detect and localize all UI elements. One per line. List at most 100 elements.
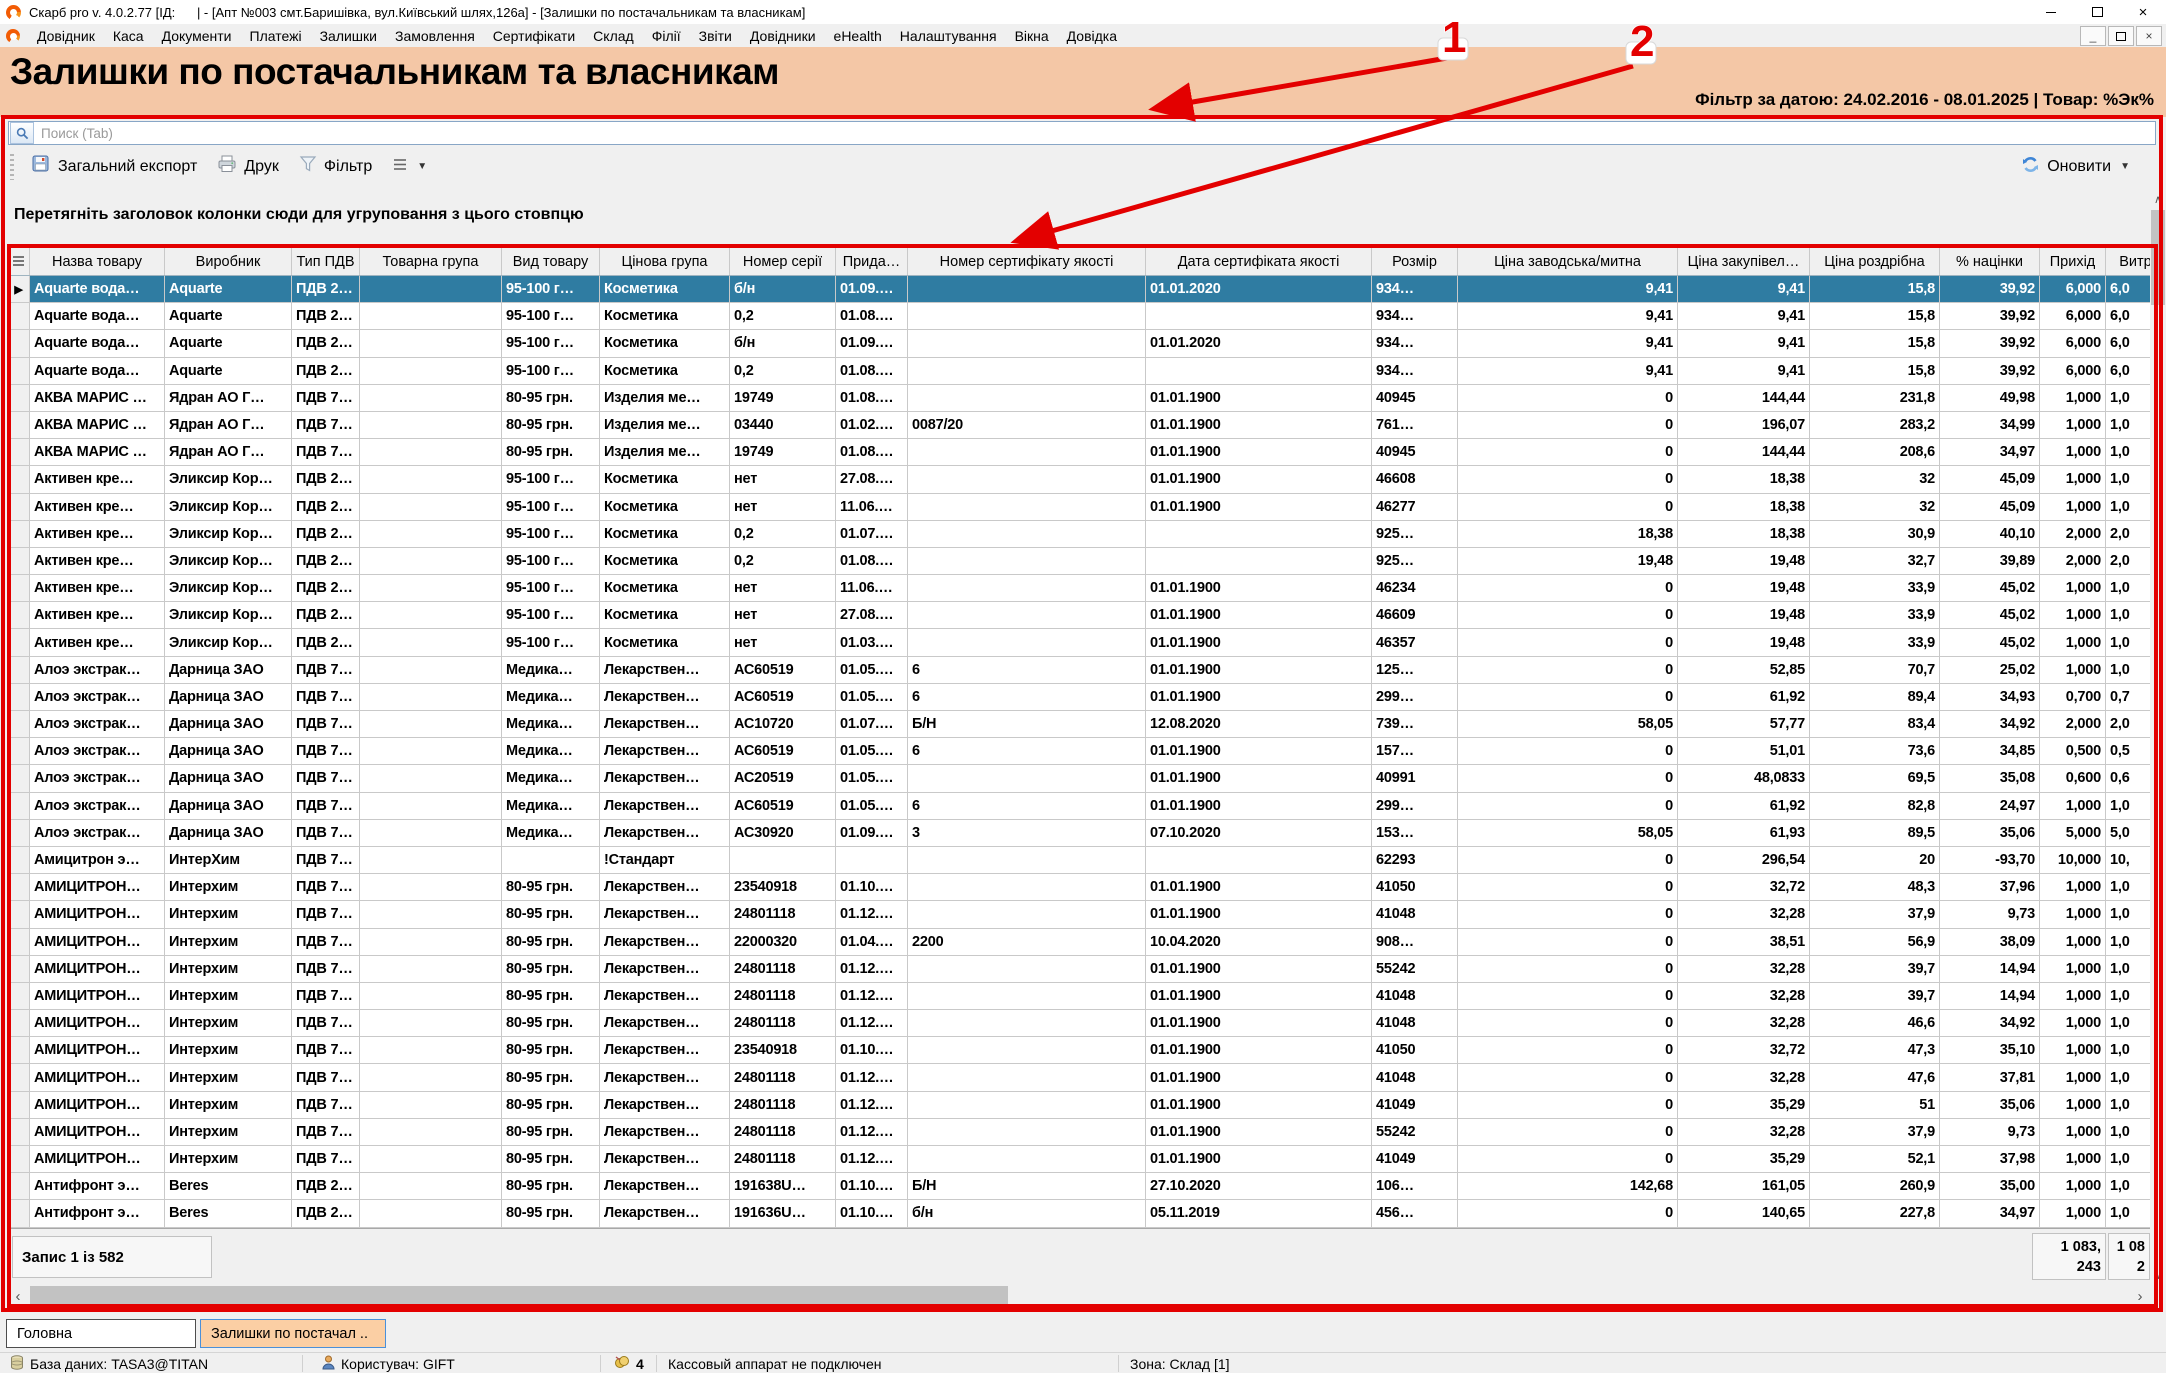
menu-item-Філії[interactable]: Філії [643,28,690,44]
column-header[interactable]: % націнки [1940,248,2040,275]
scroll-right-icon[interactable]: › [2130,1284,2150,1308]
menu-item-Документи[interactable]: Документи [153,28,241,44]
search-input[interactable] [35,125,2155,142]
table-row[interactable]: АМИЦИТРОН…ИнтерхимПДВ 7…80-95 грн.Лекарс… [8,1119,2150,1146]
horizontal-scrollbar-thumb[interactable] [30,1286,1008,1306]
table-cell: Активен кре… [30,548,165,574]
table-cell: Медика… [502,711,600,737]
tab-main[interactable]: Головна [6,1319,196,1348]
menu-item-Каса[interactable]: Каса [104,28,153,44]
menu-item-Сертифікати[interactable]: Сертифікати [484,28,584,44]
column-header[interactable]: Вид товару [502,248,600,275]
group-by-panel[interactable]: Перетягніть заголовок колонки сюди для у… [8,186,2150,247]
toolbar-grip[interactable] [10,154,14,180]
scroll-up-icon[interactable]: ∧ [2150,190,2166,208]
column-header[interactable]: Прихід [2040,248,2106,275]
menu-item-Звіти[interactable]: Звіти [690,28,741,44]
table-row[interactable]: Алоэ экстрак…Дарница ЗАОПДВ 7…Медика…Лек… [8,765,2150,792]
column-header[interactable]: Прида… [836,248,908,275]
mdi-close-button[interactable]: × [2136,26,2162,46]
column-header[interactable]: Ціна роздрібна [1810,248,1940,275]
column-header[interactable]: Розмір [1372,248,1458,275]
print-button[interactable]: Друк [207,151,289,182]
column-header[interactable]: Ціна заводська/митна [1458,248,1678,275]
table-row[interactable]: Активен кре…Эликсир Кор…ПДВ 2…95-100 г…К… [8,494,2150,521]
menu-item-Довідник[interactable]: Довідник [28,28,104,44]
table-row[interactable]: АМИЦИТРОН…ИнтерхимПДВ 7…80-95 грн.Лекарс… [8,1010,2150,1037]
filter-button[interactable]: Фільтр [289,151,382,182]
table-row[interactable]: АМИЦИТРОН…ИнтерхимПДВ 7…80-95 грн.Лекарс… [8,1092,2150,1119]
column-header[interactable]: Номер серії [730,248,836,275]
table-cell [360,521,502,547]
column-header[interactable]: Ціна закупівел… [1678,248,1810,275]
vertical-scrollbar[interactable]: ∧ ∨ [2150,190,2166,1284]
table-row[interactable]: АМИЦИТРОН…ИнтерхимПДВ 7…80-95 грн.Лекарс… [8,1146,2150,1173]
table-row[interactable]: Алоэ экстрак…Дарница ЗАОПДВ 7…Медика…Лек… [8,793,2150,820]
table-row[interactable]: Aquarte вода…AquarteПДВ 2…95-100 г…Косме… [8,303,2150,330]
table-row[interactable]: Алоэ экстрак…Дарница ЗАОПДВ 7…Медика…Лек… [8,711,2150,738]
refresh-button[interactable]: Оновити ▼ [2011,151,2140,183]
table-row[interactable]: Алоэ экстрак…Дарница ЗАОПДВ 7…Медика…Лек… [8,684,2150,711]
table-row[interactable]: Активен кре…Эликсир Кор…ПДВ 2…95-100 г…К… [8,575,2150,602]
column-header[interactable]: Номер сертифікату якості [908,248,1146,275]
column-header[interactable]: Дата сертифіката якості [1146,248,1372,275]
vertical-scrollbar-thumb[interactable] [2151,210,2165,305]
menu-item-Склад[interactable]: Склад [584,28,643,44]
table-cell: 9,41 [1458,276,1678,302]
column-header[interactable]: Тип ПДВ [292,248,360,275]
menu-item-Налаштування[interactable]: Налаштування [891,28,1006,44]
scroll-left-icon[interactable]: ‹ [8,1284,28,1308]
mdi-restore-button[interactable] [2108,26,2134,46]
menu-item-Вікна[interactable]: Вікна [1006,28,1058,44]
table-row[interactable]: АМИЦИТРОН…ИнтерхимПДВ 7…80-95 грн.Лекарс… [8,956,2150,983]
table-row[interactable]: Активен кре…Эликсир Кор…ПДВ 2…95-100 г…К… [8,602,2150,629]
group-by-hint: Перетягніть заголовок колонки сюди для у… [14,206,584,224]
table-row[interactable]: АКВА МАРИС …Ядран АО Г…ПДВ 7…80-95 грн.И… [8,439,2150,466]
table-row[interactable]: АМИЦИТРОН…ИнтерхимПДВ 7…80-95 грн.Лекарс… [8,1064,2150,1091]
menu-item-Платежі[interactable]: Платежі [241,28,311,44]
maximize-button[interactable] [2074,0,2120,24]
table-row[interactable]: АКВА МАРИС …Ядран АО Г…ПДВ 7…80-95 грн.И… [8,385,2150,412]
table-row[interactable]: Активен кре…Эликсир Кор…ПДВ 2…95-100 г…К… [8,629,2150,656]
table-row[interactable]: Антифронт э…BeresПДВ 2…80-95 грн.Лекарст… [8,1173,2150,1200]
table-row[interactable]: Активен кре…Эликсир Кор…ПДВ 2…95-100 г…К… [8,466,2150,493]
table-row[interactable]: Алоэ экстрак…Дарница ЗАОПДВ 7…Медика…Лек… [8,738,2150,765]
close-button[interactable]: × [2120,0,2166,24]
table-row[interactable]: Антифронт э…BeresПДВ 2…80-95 грн.Лекарст… [8,1200,2150,1227]
column-header[interactable]: Виробник [165,248,292,275]
menu-item-Довідники[interactable]: Довідники [741,28,825,44]
minimize-button[interactable] [2028,0,2074,24]
table-row[interactable]: Активен кре…Эликсир Кор…ПДВ 2…95-100 г…К… [8,521,2150,548]
table-row[interactable]: АМИЦИТРОН…ИнтерхимПДВ 7…80-95 грн.Лекарс… [8,874,2150,901]
table-row[interactable]: Амицитрон э…ИнтерХимПДВ 7…!Стандарт62293… [8,847,2150,874]
column-header[interactable]: Назва товару [30,248,165,275]
tab-remains-report[interactable]: Залишки по постачал .. [200,1319,386,1348]
table-row[interactable]: Алоэ экстрак…Дарница ЗАОПДВ 7…Медика…Лек… [8,820,2150,847]
table-row[interactable]: Активен кре…Эликсир Кор…ПДВ 2…95-100 г…К… [8,548,2150,575]
table-row[interactable]: Алоэ экстрак…Дарница ЗАОПДВ 7…Медика…Лек… [8,657,2150,684]
table-row[interactable]: Aquarte вода…AquarteПДВ 2…95-100 г…Косме… [8,358,2150,385]
table-row[interactable]: ▶Aquarte вода…AquarteПДВ 2…95-100 г…Косм… [8,276,2150,303]
table-row[interactable]: АМИЦИТРОН…ИнтерхимПДВ 7…80-95 грн.Лекарс… [8,983,2150,1010]
view-options-button[interactable]: ▼ [382,153,437,181]
table-cell: 61,92 [1678,793,1810,819]
table-row[interactable]: Aquarte вода…AquarteПДВ 2…95-100 г…Косме… [8,330,2150,357]
table-row[interactable]: АМИЦИТРОН…ИнтерхимПДВ 7…80-95 грн.Лекарс… [8,929,2150,956]
grid-corner-cell[interactable] [8,248,30,275]
table-cell: 1,0 [2106,929,2150,955]
menu-item-Замовлення[interactable]: Замовлення [386,28,484,44]
menu-item-Довідка[interactable]: Довідка [1058,28,1126,44]
mdi-minimize-button[interactable]: _ [2080,26,2106,46]
column-header[interactable]: Товарна група [360,248,502,275]
menu-item-Залишки[interactable]: Залишки [311,28,386,44]
horizontal-scrollbar[interactable]: ‹ › [8,1284,2150,1308]
column-header[interactable]: Цінова група [600,248,730,275]
export-button[interactable]: Загальний експорт [22,151,207,182]
table-cell: 30,9 [1810,521,1940,547]
table-row[interactable]: АМИЦИТРОН…ИнтерхимПДВ 7…80-95 грн.Лекарс… [8,1037,2150,1064]
table-row[interactable]: АМИЦИТРОН…ИнтерхимПДВ 7…80-95 грн.Лекарс… [8,901,2150,928]
column-header[interactable]: Витр [2106,248,2150,275]
table-row[interactable]: АКВА МАРИС …Ядран АО Г…ПДВ 7…80-95 грн.И… [8,412,2150,439]
menu-item-eHealth[interactable]: eHealth [825,28,891,44]
scroll-down-icon[interactable]: ∨ [2150,1266,2166,1284]
